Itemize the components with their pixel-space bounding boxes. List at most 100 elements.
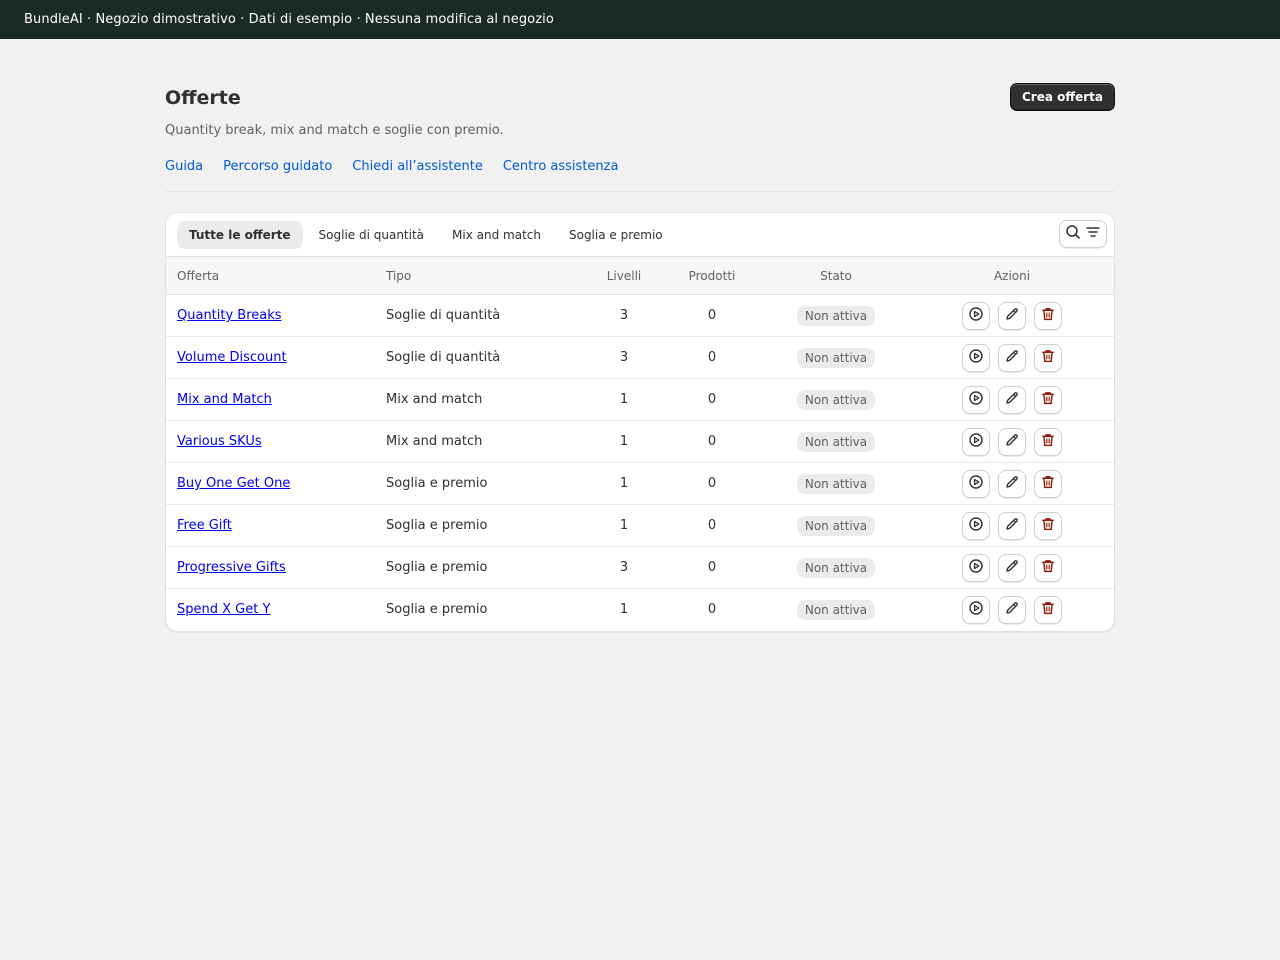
offer-name-link[interactable]: Buy One Get One — [177, 476, 290, 491]
offer-name-cell: Buy One Get One — [166, 463, 386, 505]
offer-products-cell: 0 — [707, 476, 717, 491]
delete-offer-button[interactable] — [1034, 511, 1062, 540]
offer-type-cell: Soglia e premio — [386, 560, 488, 575]
status-badge: Non attiva — [796, 347, 876, 368]
offer-levels-cell: 1 — [619, 434, 629, 449]
help-center-link[interactable]: Centro assistenza — [503, 159, 619, 174]
offer-status-cell: Non attiva — [762, 337, 910, 379]
activate-offer-button[interactable] — [962, 343, 990, 372]
offer-name-link[interactable]: Spend X Get Y — [177, 602, 270, 617]
offer-name-link[interactable]: Various SKUs — [177, 434, 262, 449]
activate-offer-button[interactable] — [962, 595, 990, 624]
table-header-row: Offerta Tipo Livelli Prodotti Stato Azio… — [166, 256, 1114, 295]
trash-icon — [1040, 474, 1056, 494]
guided-tour-link[interactable]: Percorso guidato — [223, 159, 332, 174]
delete-offer-button[interactable] — [1034, 427, 1062, 456]
row-actions — [910, 469, 1114, 498]
offer-name-cell: Free Gift — [166, 505, 386, 547]
filter-icon — [1085, 224, 1101, 244]
offer-name-cell: Mix and Match — [166, 379, 386, 421]
delete-offer-button[interactable] — [1034, 385, 1062, 414]
row-actions — [910, 427, 1114, 456]
play-circle-icon — [968, 474, 984, 494]
edit-offer-button[interactable] — [998, 301, 1026, 330]
trash-icon — [1040, 348, 1056, 368]
offer-status-cell: Non attiva — [762, 547, 910, 589]
status-badge: Non attiva — [796, 305, 876, 326]
offer-type-cell: Soglia e premio — [386, 602, 488, 618]
play-circle-icon — [968, 306, 984, 326]
edit-offer-button[interactable] — [998, 595, 1026, 624]
offer-name-link[interactable]: Mix and Match — [177, 392, 272, 407]
offer-name-link[interactable]: Quantity Breaks — [177, 308, 282, 323]
trash-icon — [1040, 432, 1056, 452]
status-badge: Non attiva — [796, 599, 876, 620]
offer-levels-cell: 3 — [619, 308, 629, 323]
row-actions — [910, 595, 1114, 624]
table-row: Mix and Match Mix and match 1 0 Non atti… — [166, 379, 1114, 421]
play-circle-icon — [968, 348, 984, 368]
offer-products-cell: 0 — [707, 434, 717, 449]
offer-name-link[interactable]: Progressive Gifts — [177, 560, 286, 575]
offer-levels-cell: 3 — [619, 350, 629, 365]
edit-offer-button[interactable] — [998, 469, 1026, 498]
delete-offer-button[interactable] — [1034, 553, 1062, 582]
offer-status-cell: Non attiva — [762, 463, 910, 505]
offer-products-cell: 0 — [707, 602, 717, 618]
offer-levels-cell: 1 — [619, 518, 629, 533]
offer-status-cell: Non attiva — [762, 295, 910, 337]
offers-table-body: Quantity Breaks Soglie di quantità 3 0 N… — [166, 295, 1114, 631]
edit-offer-button[interactable] — [998, 343, 1026, 372]
search-filter-button[interactable] — [1059, 220, 1107, 248]
offer-tabs: Tutte le offerte Soglie di quantità Mix … — [166, 213, 1114, 256]
offer-levels-cell: 3 — [619, 560, 629, 575]
demo-banner: BundleAI · Negozio dimostrativo · Dati d… — [0, 0, 1280, 39]
edit-offer-button[interactable] — [998, 427, 1026, 456]
edit-offer-button[interactable] — [998, 385, 1026, 414]
tab-all-offers[interactable]: Tutte le offerte — [177, 220, 303, 249]
tab-mix-and-match[interactable]: Mix and match — [440, 221, 553, 249]
offer-status-cell: Non attiva — [762, 589, 910, 631]
demo-banner-text: BundleAI · Negozio dimostrativo · Dati d… — [24, 12, 554, 27]
edit-offer-button[interactable] — [998, 511, 1026, 540]
guide-link[interactable]: Guida — [165, 159, 203, 174]
activate-offer-button[interactable] — [962, 427, 990, 456]
delete-offer-button[interactable] — [1034, 301, 1062, 330]
play-circle-icon — [968, 558, 984, 578]
status-badge: Non attiva — [796, 389, 876, 410]
page-header: Offerte Crea offerta — [165, 83, 1115, 111]
activate-offer-button[interactable] — [962, 385, 990, 414]
delete-offer-button[interactable] — [1034, 595, 1062, 624]
column-header-type: Tipo — [386, 268, 412, 283]
tab-quantity-breaks[interactable]: Soglie di quantità — [307, 221, 437, 249]
offer-levels-cell: 1 — [619, 476, 629, 491]
table-row: Buy One Get One Soglia e premio 1 0 Non … — [166, 463, 1114, 505]
edit-offer-button[interactable] — [998, 553, 1026, 582]
column-header-products: Prodotti — [688, 268, 736, 283]
offer-name-link[interactable]: Volume Discount — [177, 350, 287, 365]
trash-icon — [1040, 558, 1056, 578]
activate-offer-button[interactable] — [962, 511, 990, 540]
play-circle-icon — [968, 432, 984, 452]
header-divider — [165, 191, 1115, 192]
table-row: Spend X Get Y Soglia e premio 1 0 Non at… — [166, 589, 1114, 631]
offer-actions-cell — [910, 505, 1114, 547]
activate-offer-button[interactable] — [962, 553, 990, 582]
play-circle-icon — [968, 390, 984, 410]
pencil-icon — [1004, 558, 1020, 578]
offer-actions-cell — [910, 295, 1114, 337]
pencil-icon — [1004, 306, 1020, 326]
offer-name-link[interactable]: Free Gift — [177, 518, 232, 533]
delete-offer-button[interactable] — [1034, 469, 1062, 498]
delete-offer-button[interactable] — [1034, 343, 1062, 372]
tab-threshold-gift[interactable]: Soglia e premio — [557, 221, 675, 249]
trash-icon — [1040, 306, 1056, 326]
offer-name-cell: Spend X Get Y — [166, 589, 386, 631]
activate-offer-button[interactable] — [962, 301, 990, 330]
offer-name-cell: Volume Discount — [166, 337, 386, 379]
ask-assistant-link[interactable]: Chiedi all’assistente — [352, 159, 483, 174]
activate-offer-button[interactable] — [962, 469, 990, 498]
offer-actions-cell — [910, 421, 1114, 463]
create-offer-button[interactable]: Crea offerta — [1010, 83, 1115, 111]
trash-icon — [1040, 390, 1056, 410]
